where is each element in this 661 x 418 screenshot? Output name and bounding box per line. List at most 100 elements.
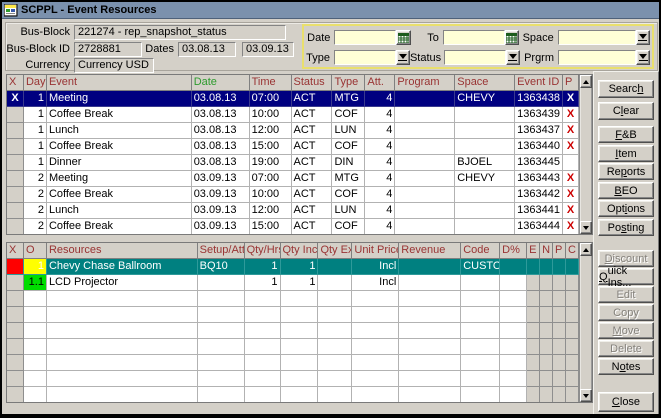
cell xyxy=(399,323,461,339)
table-row[interactable]: 2Coffee Break03.09.1310:00ACTCOF41363442… xyxy=(7,187,579,203)
to-calendar-button[interactable] xyxy=(505,30,519,45)
dropdown-arrow-icon xyxy=(638,34,647,41)
space-filter-input[interactable] xyxy=(558,30,636,45)
status-dropdown-button[interactable] xyxy=(506,50,520,65)
cell xyxy=(540,291,553,307)
clear-button[interactable]: Clear xyxy=(598,102,654,120)
scroll-down-button[interactable] xyxy=(580,389,592,402)
cell xyxy=(395,187,455,203)
table-row[interactable]: 1Coffee Break03.08.1315:00ACTCOF41363440… xyxy=(7,139,579,155)
table-row[interactable]: 2Lunch03.09.1312:00ACTLUN41363441X xyxy=(7,203,579,219)
cell xyxy=(527,387,540,402)
empty-row[interactable] xyxy=(7,339,579,355)
empty-row[interactable] xyxy=(7,323,579,339)
empty-row[interactable] xyxy=(7,355,579,371)
table-row[interactable]: 1Chevy Chase BallroomBQ1011InclCUSTOI xyxy=(7,259,579,275)
cell xyxy=(566,307,579,323)
cell: Incl xyxy=(352,259,399,275)
copy-button: Copy xyxy=(598,304,654,321)
cell: 1 xyxy=(24,139,47,155)
cell xyxy=(198,387,245,402)
delete-button: Delete xyxy=(598,340,654,357)
prgrm-filter-input[interactable] xyxy=(558,50,636,65)
cell xyxy=(500,291,527,307)
cell xyxy=(395,139,455,155)
to-filter-input[interactable] xyxy=(443,30,505,45)
cell xyxy=(553,307,566,323)
cell xyxy=(7,275,24,291)
type-filter-input[interactable] xyxy=(334,50,396,65)
scroll-track[interactable] xyxy=(580,88,592,221)
posting-button[interactable]: Posting xyxy=(598,219,654,236)
cell: 4 xyxy=(365,171,395,187)
cell xyxy=(500,387,527,402)
cell xyxy=(24,387,47,402)
date-calendar-button[interactable] xyxy=(396,30,410,45)
cell xyxy=(566,275,579,291)
cell xyxy=(566,323,579,339)
cell xyxy=(540,259,553,275)
cell: ACT xyxy=(292,139,333,155)
cell xyxy=(566,291,579,307)
table-row[interactable]: 2Coffee Break03.09.1315:00ACTCOF41363444… xyxy=(7,219,579,234)
empty-row[interactable] xyxy=(7,387,579,402)
cell xyxy=(198,371,245,387)
cell: 1363443 xyxy=(515,171,563,187)
cell: 4 xyxy=(365,123,395,139)
empty-row[interactable] xyxy=(7,291,579,307)
item-button[interactable]: Item xyxy=(598,145,654,162)
options-button[interactable]: Options xyxy=(598,200,654,217)
quick-ins-button[interactable]: Quick Ins... xyxy=(598,268,654,285)
bus-block-id-field: 2728881 xyxy=(74,42,142,57)
empty-row[interactable] xyxy=(7,307,579,323)
prgrm-dropdown-button[interactable] xyxy=(636,50,650,65)
window-title: SCPPL - Event Resources xyxy=(21,4,157,16)
notes-button[interactable]: Notes xyxy=(598,358,654,375)
bus-block-id-label: Bus-Block ID xyxy=(6,43,74,55)
up-arrow-icon xyxy=(583,248,589,252)
column-header: Space xyxy=(455,75,515,91)
empty-row[interactable] xyxy=(7,371,579,387)
beo-button[interactable]: BEO xyxy=(598,182,654,199)
calendar-icon xyxy=(506,33,517,43)
cell xyxy=(7,371,24,387)
table-row[interactable]: 1Coffee Break03.08.1310:00ACTCOF41363439… xyxy=(7,107,579,123)
f-b-button[interactable]: F&B xyxy=(598,126,654,143)
scroll-up-button[interactable] xyxy=(580,75,592,88)
table-row[interactable]: 1Dinner03.08.1319:00ACTDIN4BJOEL1363445 xyxy=(7,155,579,171)
table-row[interactable]: 1Lunch03.08.1312:00ACTLUN41363437X xyxy=(7,123,579,139)
space-filter-label: Space xyxy=(519,32,558,44)
cell: 03.08.13 xyxy=(192,107,250,123)
table-row[interactable]: 1.1LCD Projector11Incl xyxy=(7,275,579,291)
reports-button[interactable]: Reports xyxy=(598,163,654,180)
cell xyxy=(352,371,399,387)
table-row[interactable]: X1Meeting03.08.1307:00ACTMTG4CHEVY136343… xyxy=(7,91,579,107)
dates-label: Dates xyxy=(142,43,178,55)
cell: 12:00 xyxy=(250,203,292,219)
cell: 4 xyxy=(365,155,395,171)
scroll-down-button[interactable] xyxy=(580,221,592,234)
type-dropdown-button[interactable] xyxy=(396,50,410,65)
filter-panel: Date To Space xyxy=(302,24,654,69)
scroll-track[interactable] xyxy=(580,256,592,389)
cell: 10:00 xyxy=(250,107,292,123)
status-filter-input[interactable] xyxy=(444,50,506,65)
cell xyxy=(399,275,461,291)
date-filter-input[interactable] xyxy=(334,30,396,45)
column-header: C xyxy=(566,243,579,259)
space-dropdown-button[interactable] xyxy=(636,30,650,45)
cell: ACT xyxy=(292,155,333,171)
events-scrollbar[interactable] xyxy=(579,75,592,234)
status-filter-label: Status xyxy=(410,52,444,64)
resources-scrollbar[interactable] xyxy=(579,243,592,402)
cell xyxy=(352,291,399,307)
scroll-up-button[interactable] xyxy=(580,243,592,256)
cell: BJOEL xyxy=(455,155,515,171)
up-arrow-icon xyxy=(583,80,589,84)
cell xyxy=(540,387,553,402)
close-button[interactable]: Close xyxy=(598,392,654,412)
column-header: Date xyxy=(192,75,250,91)
cell: X xyxy=(7,91,24,107)
search-button[interactable]: Search xyxy=(598,80,654,98)
table-row[interactable]: 2Meeting03.09.1307:00ACTMTG4CHEVY1363443… xyxy=(7,171,579,187)
